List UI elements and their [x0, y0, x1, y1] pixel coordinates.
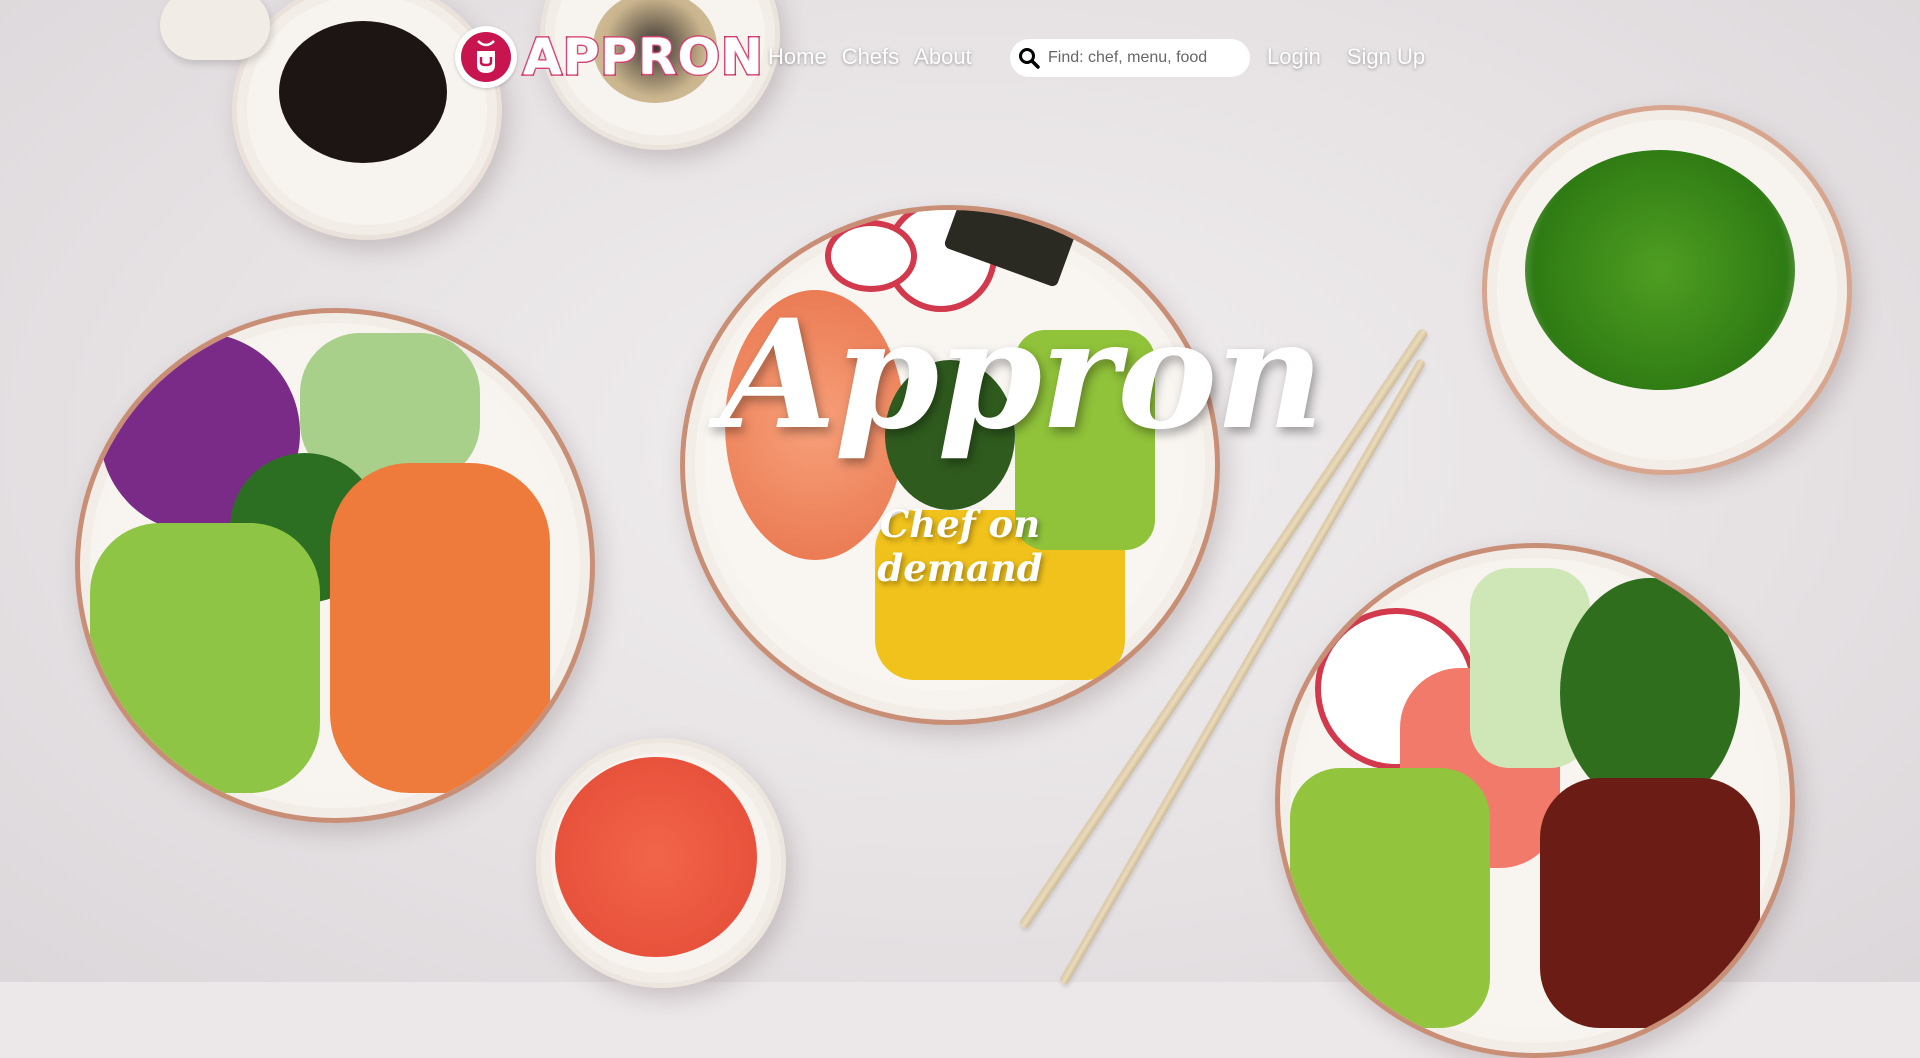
- auth-links: Login Sign Up: [1267, 44, 1451, 70]
- hero-background-photo: [0, 0, 1920, 1058]
- top-navigation: APPRON Home Chefs About Login Sign Up: [455, 22, 1455, 94]
- signup-link[interactable]: Sign Up: [1347, 44, 1425, 70]
- right-poke-bowl: [1275, 543, 1795, 1058]
- login-link[interactable]: Login: [1267, 44, 1321, 70]
- pitcher-handle: [160, 0, 270, 60]
- hero-title: Appron: [720, 287, 1324, 463]
- hero-subtitle: Chef on demand: [877, 502, 1043, 590]
- nav-link-home[interactable]: Home: [768, 44, 827, 70]
- brand-name: APPRON: [522, 27, 765, 88]
- center-poke-bowl: [680, 205, 1220, 725]
- brand-logo[interactable]: APPRON: [455, 26, 764, 88]
- seaweed-salad-bowl: [1482, 105, 1852, 475]
- nav-link-about[interactable]: About: [914, 44, 972, 70]
- left-poke-bowl: [75, 308, 595, 823]
- search-input[interactable]: [1046, 48, 1230, 68]
- nav-links: Home Chefs About: [768, 44, 987, 70]
- search-icon: [1019, 48, 1040, 69]
- nav-link-chefs[interactable]: Chefs: [842, 44, 899, 70]
- search-bar[interactable]: [1010, 39, 1250, 77]
- pickled-ginger-bowl: [536, 738, 786, 988]
- apron-icon: [455, 26, 517, 88]
